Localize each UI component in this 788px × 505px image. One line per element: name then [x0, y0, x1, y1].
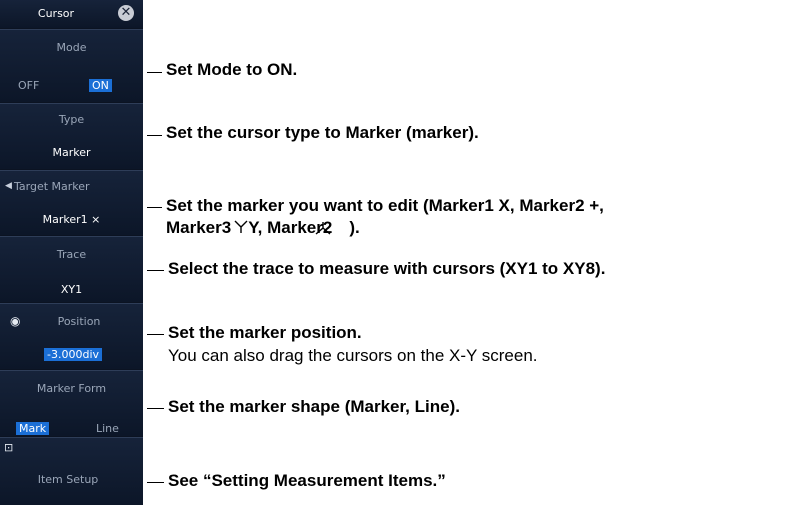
type-value: Marker	[52, 146, 91, 159]
type-annotation: Set the cursor type to Marker (marker).	[166, 123, 479, 142]
target-marker-softkey[interactable]: ◀ Target Marker Marker1 ×	[0, 170, 143, 235]
position-annotation: Set the marker position.	[168, 323, 362, 342]
marker-form-line-option[interactable]: Line	[96, 422, 119, 435]
target-marker-value: Marker1 ×	[42, 213, 101, 226]
mode-off-option[interactable]: OFF	[18, 79, 39, 92]
position-label: Position	[57, 315, 101, 328]
item-setup-annotation: See “Setting Measurement Items.”	[168, 471, 446, 490]
marker-form-label: Marker Form	[36, 382, 107, 395]
position-leader-line	[147, 334, 164, 335]
type-label: Type	[58, 113, 85, 126]
position-softkey[interactable]: ◉ Position -3.000div	[0, 303, 143, 369]
close-icon[interactable]: ✕	[118, 5, 134, 21]
cursor-menu-panel: Cursor ✕ Mode OFF ON Type Marker ◀ Targe…	[0, 0, 143, 505]
target-leader-line	[147, 207, 162, 208]
marker-form-softkey[interactable]: Marker Form Mark Line	[0, 370, 143, 436]
type-softkey[interactable]: Type Marker	[0, 103, 143, 169]
cursor-menu-header: Cursor ✕	[0, 0, 143, 28]
mode-on-option[interactable]: ON	[89, 79, 112, 92]
trace-softkey[interactable]: Trace XY1	[0, 236, 143, 302]
item-setup-leader-line	[147, 482, 164, 483]
mode-softkey[interactable]: Mode OFF ON	[0, 29, 143, 102]
type-leader-line	[147, 135, 162, 136]
marker-form-leader-line	[147, 408, 164, 409]
item-setup-softkey[interactable]: ⊡ Item Setup	[0, 437, 143, 505]
menu-title: Cursor	[37, 7, 75, 20]
mode-label: Mode	[56, 41, 87, 54]
marker-form-mark-option[interactable]: Mark	[16, 422, 50, 435]
mode-annotation: Set Mode to ON.	[166, 60, 298, 79]
target-marker-label: Target Marker	[14, 180, 90, 193]
position-annotation-sub: You can also drag the cursors on the X-Y…	[168, 346, 538, 365]
item-setup-label: Item Setup	[37, 473, 99, 486]
marker3-shape-icon	[234, 220, 248, 233]
mode-leader-line	[147, 72, 162, 73]
marker-form-annotation: Set the marker shape (Marker, Line).	[168, 397, 460, 416]
position-value[interactable]: -3.000div	[44, 348, 103, 361]
trace-annotation: Select the trace to measure with cursors…	[168, 259, 606, 278]
trace-label: Trace	[56, 248, 87, 261]
arrow-left-icon: ◀	[5, 181, 12, 191]
trace-value: XY1	[60, 283, 83, 296]
marker4-shape-icon	[315, 222, 331, 235]
trace-leader-line	[147, 270, 164, 271]
target-annotation-line1: Set the marker you want to edit (Marker1…	[166, 196, 604, 215]
submenu-icon: ⊡	[4, 441, 14, 454]
